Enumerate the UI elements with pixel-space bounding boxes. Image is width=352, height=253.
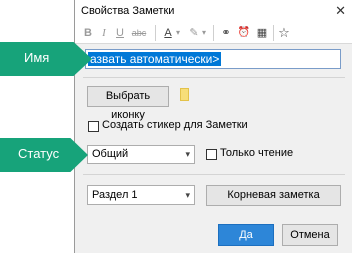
- create-sticker-checkbox[interactable]: [88, 121, 99, 132]
- toolbar-separator: [155, 25, 156, 41]
- reminder-icon[interactable]: ⏰: [237, 25, 251, 41]
- root-note-button[interactable]: Корневая заметка: [206, 185, 341, 206]
- strikethrough-icon[interactable]: abc: [129, 25, 149, 41]
- note-properties-dialog: Свойства Заметки ✕ B I U abc A ▾ ✎ ▾ ⚭ ⏰…: [74, 0, 352, 253]
- chevron-down-icon: ▾: [185, 149, 190, 159]
- section-select[interactable]: Раздел 1 ▾: [87, 185, 195, 205]
- underline-icon[interactable]: U: [113, 25, 127, 41]
- divider: [83, 77, 345, 78]
- ok-button[interactable]: Да: [218, 224, 274, 246]
- highlight-icon[interactable]: ✎: [187, 25, 201, 41]
- name-callout-arrow: Имя: [0, 42, 92, 76]
- name-callout-label: Имя: [24, 50, 50, 65]
- font-color-dropdown-icon[interactable]: ▾: [174, 25, 182, 41]
- star-icon[interactable]: ☆: [277, 25, 291, 41]
- status-select[interactable]: Общий ▾: [87, 145, 195, 164]
- toolbar-separator: [273, 25, 274, 41]
- italic-icon[interactable]: I: [97, 25, 111, 41]
- dialog-titlebar: Свойства Заметки ✕: [75, 0, 352, 22]
- note-name-selected-text: азвать автоматически>: [88, 52, 222, 66]
- toolbar-separator: [213, 25, 214, 41]
- cancel-button[interactable]: Отмена: [282, 224, 338, 246]
- chevron-down-icon: ▾: [185, 190, 190, 200]
- font-color-icon[interactable]: A: [161, 25, 175, 41]
- note-icon: [180, 88, 189, 101]
- readonly-label: Только чтение: [220, 147, 294, 159]
- readonly-checkbox[interactable]: [206, 149, 217, 160]
- status-callout-label: Статус: [18, 146, 60, 161]
- status-select-value: Общий: [92, 148, 129, 160]
- bold-icon[interactable]: B: [81, 25, 95, 41]
- choose-icon-button[interactable]: Выбрать иконку: [87, 86, 169, 121]
- note-name-input[interactable]: азвать автоматически>: [85, 49, 341, 69]
- link-icon[interactable]: ⚭: [219, 25, 233, 41]
- formatting-toolbar: B I U abc A ▾ ✎ ▾ ⚭ ⏰ ▦ ☆: [75, 22, 352, 44]
- section-select-value: Раздел 1: [92, 189, 138, 201]
- status-callout-arrow: Статус: [0, 138, 88, 172]
- create-sticker-label: Создать стикер для Заметки: [102, 119, 248, 131]
- highlight-dropdown-icon[interactable]: ▾: [200, 25, 208, 41]
- close-icon[interactable]: ✕: [335, 0, 346, 22]
- tasks-icon[interactable]: ▦: [255, 25, 269, 41]
- divider: [83, 174, 345, 175]
- dialog-title: Свойства Заметки: [81, 5, 175, 17]
